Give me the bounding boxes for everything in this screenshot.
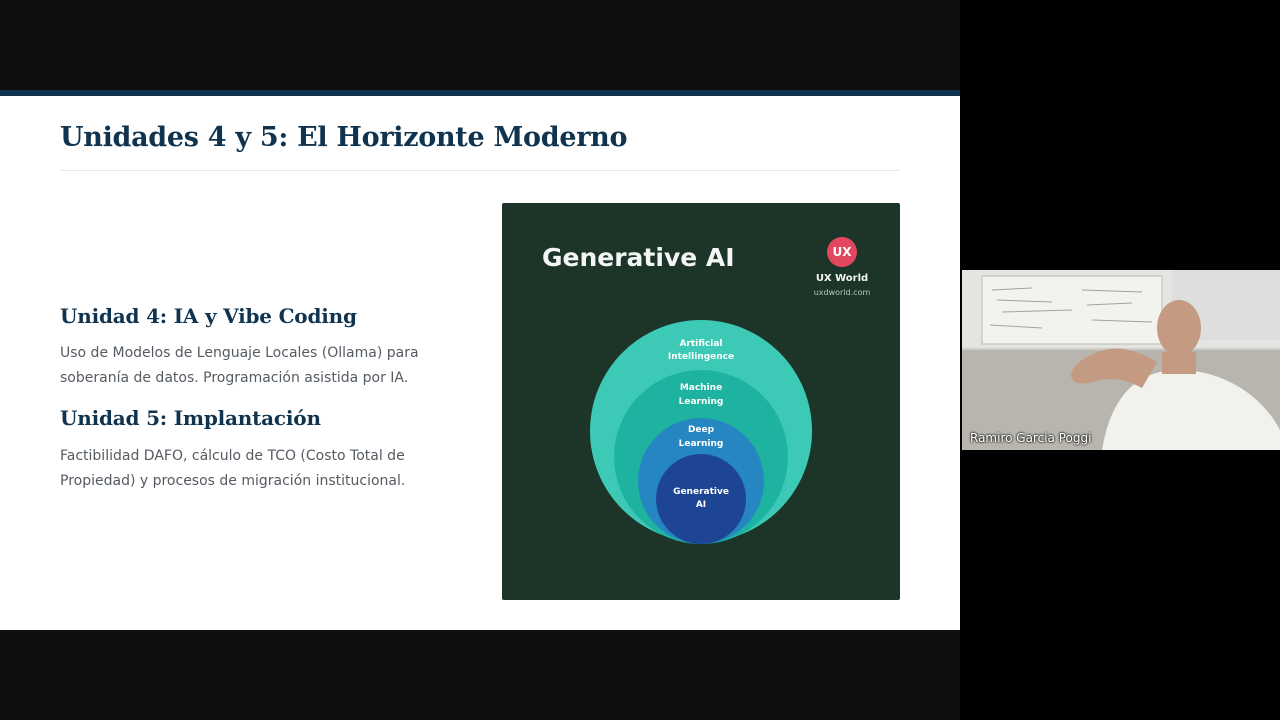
ux-world-logo: UX bbox=[827, 237, 857, 267]
unit5-description: Factibilidad DAFO, cálculo de TCO (Costo… bbox=[60, 448, 406, 489]
label-gai-line1: Generative bbox=[673, 487, 729, 497]
image-title: Generative AI bbox=[542, 243, 735, 272]
unit4-heading: Unidad 4: IA y Vibe Coding bbox=[60, 304, 357, 328]
title-divider bbox=[60, 170, 900, 171]
generative-ai-image: Artificial Intellingence Machine Learnin… bbox=[502, 203, 900, 600]
ux-world-url: uxdworld.com bbox=[813, 288, 871, 297]
screen-share-area: Unidades 4 y 5: El Horizonte Moderno Uni… bbox=[0, 0, 960, 720]
slide-accent-bar bbox=[0, 90, 960, 96]
participant-video-tile[interactable]: Ramiro Garcia Poggi bbox=[962, 270, 1280, 450]
label-ai-line1: Artificial bbox=[679, 339, 722, 349]
circle-generative-ai bbox=[656, 454, 746, 544]
ux-world-brand: UX World bbox=[815, 273, 869, 284]
slide-title: Unidades 4 y 5: El Horizonte Moderno bbox=[60, 122, 628, 153]
label-dl-line1: Deep bbox=[688, 425, 715, 435]
label-dl-line2: Learning bbox=[679, 439, 724, 449]
participant-name: Ramiro Garcia Poggi bbox=[970, 431, 1092, 445]
unit5-heading: Unidad 5: Implantación bbox=[60, 406, 321, 430]
label-ml-line2: Learning bbox=[679, 397, 724, 407]
participant-video-feed bbox=[962, 270, 1280, 450]
label-ml-line1: Machine bbox=[680, 383, 722, 393]
unit4-description: Uso de Modelos de Lenguaje Locales (Olla… bbox=[60, 345, 419, 386]
label-ai-line2: Intellingence bbox=[668, 352, 734, 362]
presentation-slide: Unidades 4 y 5: El Horizonte Moderno Uni… bbox=[0, 90, 960, 630]
label-gai-line2: AI bbox=[696, 500, 706, 510]
